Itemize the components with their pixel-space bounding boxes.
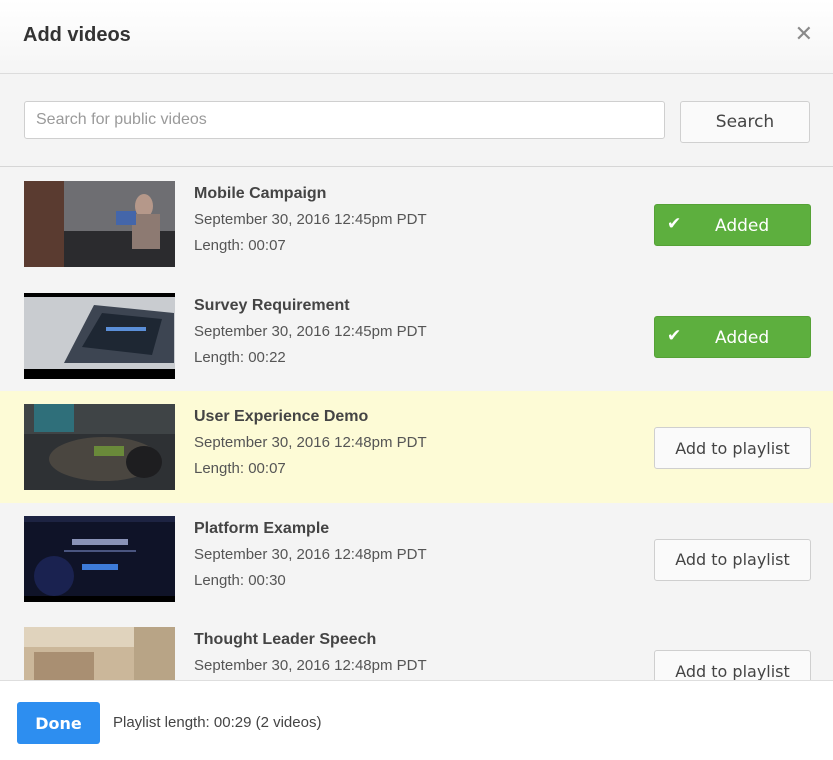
add-to-playlist-button[interactable]: Add to playlist [654,427,811,469]
video-thumbnail [24,627,175,680]
video-date: September 30, 2016 12:48pm PDT [194,434,427,451]
done-button[interactable]: Done [17,702,100,744]
added-button[interactable]: ✔ Added [654,315,811,358]
add-videos-dialog: Add videos ✕ Search Mobile [0,0,833,760]
video-info: Platform Example September 30, 2016 12:4… [194,519,427,591]
video-row: Survey Requirement September 30, 2016 12… [0,280,833,392]
video-date: September 30, 2016 12:45pm PDT [194,322,427,340]
search-bar: Search [0,75,833,167]
added-label: Added [715,327,770,348]
added-label: Added [715,216,770,236]
video-row: Platform Example September 30, 2016 12:4… [0,503,833,615]
close-icon[interactable]: ✕ [795,22,813,46]
add-to-playlist-button[interactable]: Add to playlist [654,650,811,680]
video-info: Thought Leader Speech September 30, 2016… [194,630,427,676]
video-info: Mobile Campaign September 30, 2016 12:45… [194,184,427,256]
video-thumbnail [24,404,175,490]
video-thumbnail [24,515,175,602]
playlist-length-text: Playlist length: 00:29 (2 videos) [113,714,322,731]
video-thumbnail [24,292,175,379]
video-title: User Experience Demo [194,408,369,425]
search-button[interactable]: Search [680,101,810,143]
dialog-header: Add videos ✕ [0,0,833,74]
dialog-footer: Done Playlist length: 00:29 (2 videos) [0,680,833,760]
video-length: Length: 00:07 [194,237,286,254]
video-length: Length: 00:22 [194,348,286,366]
checkmark-icon: ✔ [667,214,682,234]
video-row: Mobile Campaign September 30, 2016 12:45… [0,168,833,280]
video-date: September 30, 2016 12:48pm PDT [194,657,427,674]
video-list[interactable]: Mobile Campaign September 30, 2016 12:45… [0,168,833,680]
video-length: Length: 00:30 [194,571,286,589]
video-info: Survey Requirement September 30, 2016 12… [194,296,427,368]
dialog-title: Add videos [23,24,131,46]
video-date: September 30, 2016 12:45pm PDT [194,211,427,228]
video-title: Mobile Campaign [194,185,327,202]
add-to-playlist-button[interactable]: Add to playlist [654,538,811,581]
video-row: User Experience Demo September 30, 2016 … [0,391,833,503]
video-title: Thought Leader Speech [194,631,377,648]
video-thumbnail [24,181,175,267]
added-button[interactable]: ✔ Added [654,204,811,246]
video-title: Platform Example [194,519,330,537]
video-date: September 30, 2016 12:48pm PDT [194,545,427,563]
search-input[interactable] [24,101,665,139]
video-length: Length: 00:07 [194,460,286,477]
video-title: Survey Requirement [194,296,350,314]
checkmark-icon: ✔ [667,325,682,346]
video-info: User Experience Demo September 30, 2016 … [194,407,427,479]
video-row: Thought Leader Speech September 30, 2016… [0,614,833,680]
